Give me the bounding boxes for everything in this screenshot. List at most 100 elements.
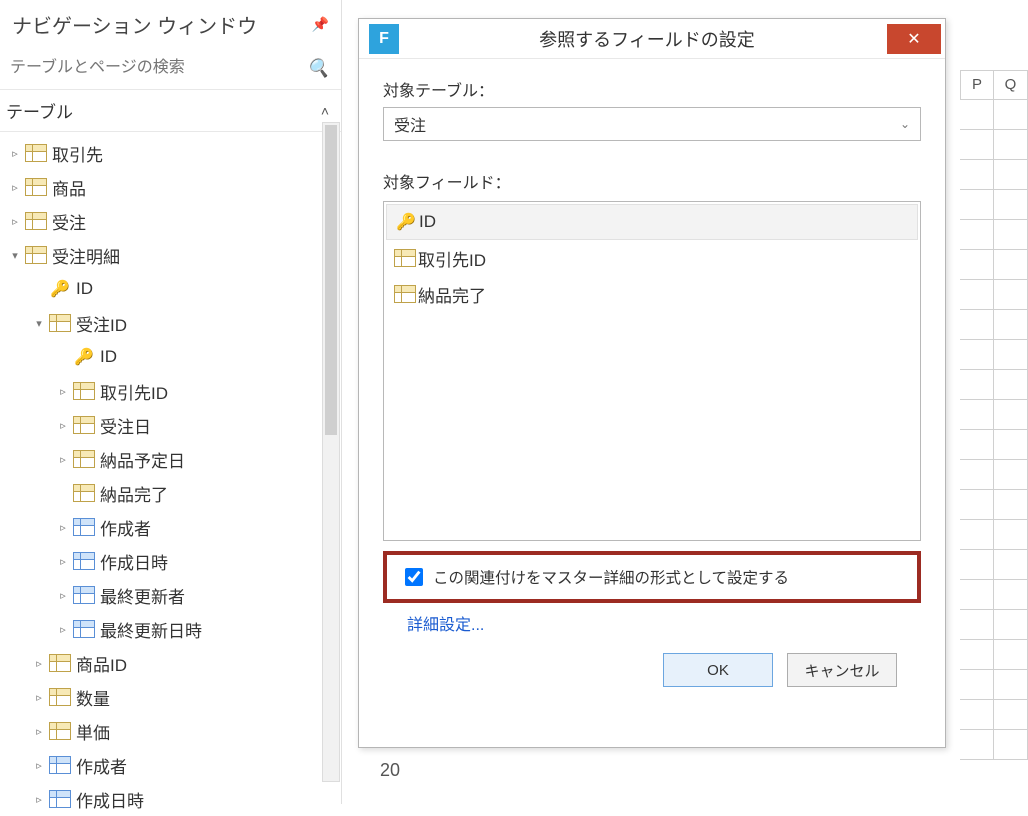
- grid-row[interactable]: [960, 190, 1028, 220]
- grid-cell[interactable]: [994, 190, 1028, 220]
- grid-cell[interactable]: [994, 670, 1028, 700]
- tree-toggle-icon[interactable]: ▹: [8, 147, 22, 160]
- grid-row[interactable]: [960, 280, 1028, 310]
- tree-toggle-icon[interactable]: ▹: [32, 691, 46, 704]
- tree-toggle-icon[interactable]: ▹: [32, 759, 46, 772]
- tree-item[interactable]: ▾受注ID: [0, 306, 341, 340]
- grid-cell[interactable]: [960, 370, 994, 400]
- tree-item[interactable]: 納品完了: [0, 476, 341, 510]
- grid-cell[interactable]: [960, 400, 994, 430]
- grid-cell[interactable]: [960, 340, 994, 370]
- grid-cell[interactable]: [960, 730, 994, 760]
- section-header[interactable]: テーブル ˄: [0, 89, 341, 132]
- tree-toggle-icon[interactable]: ▹: [8, 181, 22, 194]
- grid-cell[interactable]: [994, 370, 1028, 400]
- tree-toggle-icon[interactable]: ▹: [56, 385, 70, 398]
- cancel-button[interactable]: キャンセル: [787, 653, 897, 687]
- tree-item[interactable]: 🔑ID: [0, 272, 341, 306]
- grid-row[interactable]: [960, 640, 1028, 670]
- grid-cell[interactable]: [994, 130, 1028, 160]
- tree-toggle-icon[interactable]: ▹: [32, 725, 46, 738]
- grid-cell[interactable]: [994, 220, 1028, 250]
- grid-cell[interactable]: [960, 700, 994, 730]
- tree-toggle-icon[interactable]: ▾: [32, 317, 46, 330]
- tree-item[interactable]: ▹作成者: [0, 748, 341, 782]
- grid-cell[interactable]: [994, 460, 1028, 490]
- tree-toggle-icon[interactable]: ▹: [56, 521, 70, 534]
- tree-toggle-icon[interactable]: ▹: [56, 419, 70, 432]
- detail-settings-link[interactable]: 詳細設定...: [407, 611, 484, 635]
- tree-item[interactable]: ▹数量: [0, 680, 341, 714]
- search-input[interactable]: [8, 55, 303, 81]
- grid-cell[interactable]: [960, 550, 994, 580]
- pin-icon[interactable]: 📌: [312, 16, 329, 33]
- tree-toggle-icon[interactable]: ▹: [32, 657, 46, 670]
- grid-row[interactable]: [960, 430, 1028, 460]
- grid-row[interactable]: [960, 400, 1028, 430]
- field-list-item[interactable]: 🔑ID: [386, 204, 918, 240]
- tree-item[interactable]: ▹最終更新者: [0, 578, 341, 612]
- grid-cell[interactable]: [994, 400, 1028, 430]
- tree-item[interactable]: ▹最終更新日時: [0, 612, 341, 646]
- grid-cell[interactable]: [960, 190, 994, 220]
- grid-row[interactable]: [960, 130, 1028, 160]
- grid-row[interactable]: [960, 610, 1028, 640]
- tree-toggle-icon[interactable]: ▾: [8, 249, 22, 262]
- grid-cell[interactable]: [960, 430, 994, 460]
- grid-row[interactable]: [960, 160, 1028, 190]
- tree-item[interactable]: ▹作成日時: [0, 782, 341, 816]
- grid-cell[interactable]: [960, 490, 994, 520]
- tree-item[interactable]: ▹単価: [0, 714, 341, 748]
- grid-row[interactable]: [960, 220, 1028, 250]
- grid-row[interactable]: [960, 730, 1028, 760]
- grid-cell[interactable]: [994, 640, 1028, 670]
- grid-cell[interactable]: [994, 280, 1028, 310]
- tree-item[interactable]: ▹作成者: [0, 510, 341, 544]
- grid-cell[interactable]: [994, 700, 1028, 730]
- grid-row[interactable]: [960, 460, 1028, 490]
- grid-cell[interactable]: [960, 640, 994, 670]
- grid-row[interactable]: [960, 340, 1028, 370]
- grid-cell[interactable]: [994, 340, 1028, 370]
- grid-cell[interactable]: [960, 220, 994, 250]
- tree-item[interactable]: 🔑ID: [0, 340, 341, 374]
- tree-item[interactable]: ▹受注日: [0, 408, 341, 442]
- grid-cell[interactable]: [960, 280, 994, 310]
- tree-toggle-icon[interactable]: ▹: [56, 555, 70, 568]
- close-button[interactable]: ✕: [887, 24, 941, 54]
- tree-item[interactable]: ▹受注: [0, 204, 341, 238]
- tree-item[interactable]: ▹商品: [0, 170, 341, 204]
- grid-cell[interactable]: [994, 310, 1028, 340]
- tree-item[interactable]: ▹取引先: [0, 136, 341, 170]
- grid-cell[interactable]: [994, 160, 1028, 190]
- grid-cell[interactable]: [960, 310, 994, 340]
- master-detail-checkbox[interactable]: [405, 568, 423, 586]
- grid-row[interactable]: [960, 490, 1028, 520]
- grid-cell[interactable]: [994, 490, 1028, 520]
- field-list[interactable]: 🔑ID取引先ID納品完了: [383, 201, 921, 541]
- grid-cell[interactable]: [960, 670, 994, 700]
- tree-toggle-icon[interactable]: ▹: [56, 623, 70, 636]
- grid-cell[interactable]: [960, 520, 994, 550]
- scrollbar-thumb[interactable]: [325, 125, 337, 435]
- grid-cell[interactable]: [994, 580, 1028, 610]
- grid-row[interactable]: [960, 550, 1028, 580]
- grid-cell[interactable]: [960, 250, 994, 280]
- tree-toggle-icon[interactable]: ▹: [8, 215, 22, 228]
- grid-cell[interactable]: [994, 550, 1028, 580]
- master-detail-label[interactable]: この関連付けをマスター詳細の形式として設定する: [433, 566, 789, 588]
- grid-cell[interactable]: [960, 130, 994, 160]
- grid-col-header[interactable]: P: [960, 70, 994, 100]
- grid-row[interactable]: [960, 580, 1028, 610]
- tree-item[interactable]: ▹作成日時: [0, 544, 341, 578]
- search-icon[interactable]: 🔍: [303, 58, 333, 79]
- target-table-combo[interactable]: 受注 ⌄: [383, 107, 921, 141]
- tree-item[interactable]: ▹取引先ID: [0, 374, 341, 408]
- tree-toggle-icon[interactable]: ▹: [56, 453, 70, 466]
- grid-cell[interactable]: [994, 730, 1028, 760]
- grid-cell[interactable]: [994, 520, 1028, 550]
- grid-cell[interactable]: [994, 430, 1028, 460]
- grid-row[interactable]: [960, 520, 1028, 550]
- tree-item[interactable]: ▹商品ID: [0, 646, 341, 680]
- grid-cell[interactable]: [960, 610, 994, 640]
